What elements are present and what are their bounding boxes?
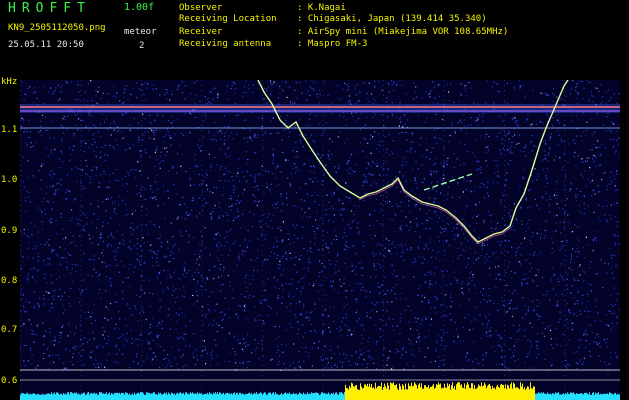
y-tick-0-9: 0.9 (1, 226, 18, 236)
version-label: 1.00f (124, 2, 155, 13)
meteor-label: meteor (124, 27, 157, 37)
y-tick-0-7: 0.7 (1, 325, 18, 335)
location-label: Receiving Location (179, 14, 277, 24)
receiver-label: Receiver (179, 27, 223, 37)
meteor-count: 2 (139, 41, 145, 51)
observer-value: : K.Nagai (297, 3, 346, 13)
y-tick-1-0: 1.0 (1, 175, 18, 185)
location-value: : Chigasaki, Japan (139.414 35.340) (297, 14, 487, 24)
y-tick-1-1: 1.1 (1, 125, 18, 135)
receiver-value: : AirSpy mini (Miakejima VOR 108.65MHz) (297, 27, 509, 37)
filename-label: KN9_2505112050.png (8, 23, 106, 33)
y-tick-0-6: 0.6 (1, 376, 18, 386)
observer-label: Observer (179, 3, 223, 13)
app-title: HROFFT (8, 1, 91, 16)
y-unit-label: kHz (1, 77, 18, 87)
antenna-label: Receiving antenna (179, 39, 272, 49)
y-tick-0-8: 0.8 (1, 276, 18, 286)
spectrogram-plot (20, 80, 620, 400)
carrier-band (20, 104, 620, 113)
antenna-value: : Maspro FM-3 (297, 39, 368, 49)
datetime-label: 25.05.11 20:50 (8, 40, 84, 50)
hrofft-window: HROFFT 1.00f KN9_2505112050.png meteor 2… (0, 0, 629, 400)
